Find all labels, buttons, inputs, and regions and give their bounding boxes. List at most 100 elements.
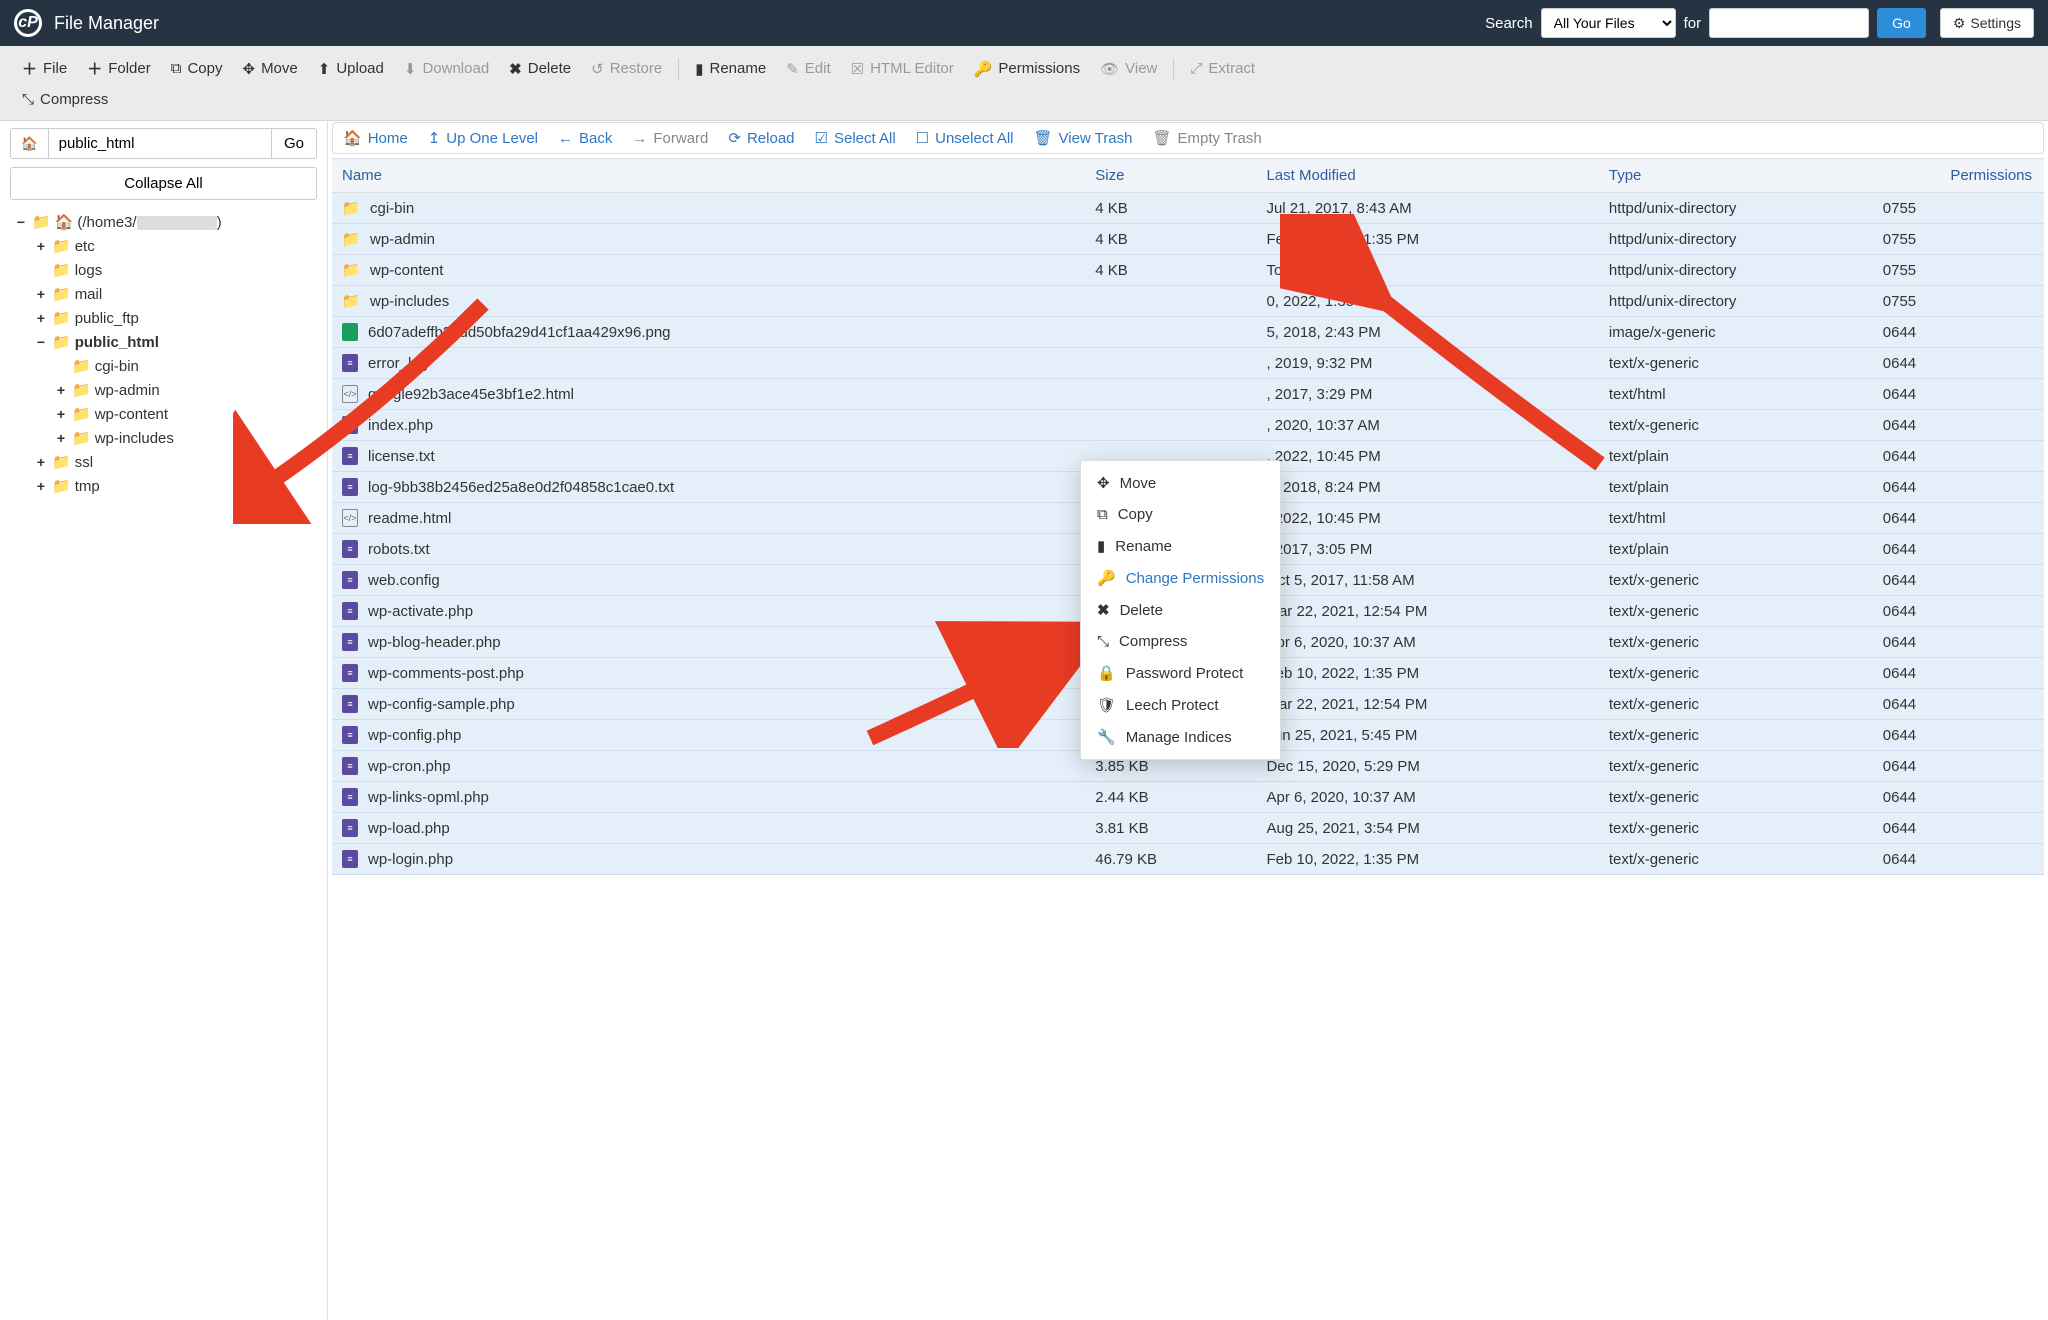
file-permissions: 0644	[1873, 782, 2044, 813]
back-link[interactable]: ←Back	[558, 130, 612, 147]
upload-button[interactable]: ⬆Upload	[308, 54, 394, 84]
html-editor-button: ☒HTML Editor	[841, 54, 964, 84]
plus-icon: ＋	[22, 58, 37, 79]
settings-button[interactable]: ⚙ Settings	[1940, 8, 2034, 38]
file-name: wp-links-opml.php	[368, 789, 489, 806]
file-button[interactable]: ＋File	[12, 52, 77, 85]
tree-node-mail[interactable]: +📁mail	[34, 282, 317, 306]
cm-copy[interactable]: ⧉Copy	[1081, 499, 1280, 530]
file-name: 6d07adeffb32dd50bfa29d41cf1aa429x96.png	[368, 324, 671, 341]
tree-node-public-html[interactable]: −📁public_html	[34, 330, 317, 354]
tree-node-wp-admin[interactable]: +📁wp-admin	[54, 378, 317, 402]
file-type: httpd/unix-directory	[1599, 255, 1873, 286]
cm-move[interactable]: ✥Move	[1081, 467, 1280, 499]
file-modified: Jul 21, 2017, 8:43 AM	[1256, 193, 1598, 224]
file-size: 4 KB	[1085, 255, 1256, 286]
tree-root[interactable]: −📁🏠(/home3/)	[14, 210, 317, 234]
tree-node-ssl[interactable]: +📁ssl	[34, 450, 317, 474]
permissions-button[interactable]: 🔑Permissions	[964, 54, 1090, 84]
file-type: text/x-generic	[1599, 658, 1873, 689]
unselect-all-link[interactable]: ☐Unselect All	[916, 129, 1014, 147]
cm-leech-protect[interactable]: 🛡Leech Protect	[1081, 689, 1280, 721]
cm-compress[interactable]: ⤡Compress	[1081, 626, 1280, 657]
tree-node-wp-content[interactable]: +📁wp-content	[54, 402, 317, 426]
document-icon: ≡	[342, 664, 358, 682]
folder-icon: 📁	[52, 237, 71, 255]
file-type: text/x-generic	[1599, 348, 1873, 379]
home-button[interactable]: 🏠	[10, 128, 49, 159]
file-type: text/x-generic	[1599, 844, 1873, 875]
folder-icon: 📁	[52, 333, 71, 351]
path-input[interactable]	[49, 128, 272, 159]
file-modified: , 2020, 10:37 AM	[1256, 410, 1598, 441]
search-scope-select[interactable]: All Your Files	[1541, 8, 1676, 38]
left-arrow-icon: ←	[558, 130, 573, 147]
file-size: 4 KB	[1085, 224, 1256, 255]
tree-node-wp-includes[interactable]: +📁wp-includes	[54, 426, 317, 450]
table-row[interactable]: ≡wp-load.php3.81 KBAug 25, 2021, 3:54 PM…	[332, 813, 2044, 844]
compress-button[interactable]: ⤡Compress	[12, 85, 118, 114]
col-name[interactable]: Name	[332, 159, 1085, 193]
home-link[interactable]: 🏠Home	[343, 129, 408, 147]
col-type[interactable]: Type	[1599, 159, 1873, 193]
reload-link[interactable]: ⟳Reload	[728, 129, 794, 147]
collapse-all-button[interactable]: Collapse All	[10, 167, 317, 200]
view-trash-link[interactable]: 🗑View Trash	[1034, 129, 1133, 147]
folder-icon: 📁	[52, 453, 71, 471]
extract-icon: ⤢	[1190, 60, 1202, 77]
table-row[interactable]: 📁wp-content4 KBToday, 2:41 PMhttpd/unix-…	[332, 255, 2044, 286]
file-permissions: 0644	[1873, 751, 2044, 782]
file-name: wp-content	[370, 262, 443, 279]
rename-button[interactable]: ▮Rename	[685, 54, 776, 84]
cpanel-logo-icon: cP	[14, 9, 42, 37]
html-icon: </>	[342, 385, 358, 403]
select-all-link[interactable]: ☑Select All	[815, 129, 896, 147]
cm-delete[interactable]: ✖Delete	[1081, 594, 1280, 626]
go-button[interactable]: Go	[272, 128, 317, 159]
document-icon: ≡	[342, 540, 358, 558]
table-row[interactable]: 📁wp-includes0, 2022, 1:35 PMhttpd/unix-d…	[332, 286, 2044, 317]
tree-node-etc[interactable]: +📁etc	[34, 234, 317, 258]
file-modified: Feb 10, 2022, 1:35 PM	[1256, 224, 1598, 255]
tree-node-logs[interactable]: 📁logs	[34, 258, 317, 282]
folder-button[interactable]: ＋Folder	[77, 52, 161, 85]
cm-manage-indices[interactable]: 🔧Manage Indices	[1081, 721, 1280, 753]
search-input[interactable]	[1709, 8, 1869, 38]
move-button[interactable]: ✥Move	[232, 54, 307, 84]
document-icon: ≡	[342, 633, 358, 651]
tree-node-cgi-bin[interactable]: 📁cgi-bin	[54, 354, 317, 378]
table-row[interactable]: ≡index.php, 2020, 10:37 AMtext/x-generic…	[332, 410, 2044, 441]
table-row[interactable]: ≡error_log, 2019, 9:32 PMtext/x-generic0…	[332, 348, 2044, 379]
table-row[interactable]: 6d07adeffb32dd50bfa29d41cf1aa429x96.png 5…	[332, 317, 2044, 348]
tree-node-public-ftp[interactable]: +📁public_ftp	[34, 306, 317, 330]
table-row[interactable]: </>google92b3ace45e3bf1e2.html, 2017, 3:…	[332, 379, 2044, 410]
document-icon: ≡	[342, 757, 358, 775]
file-name: log-9bb38b2456ed25a8e0d2f04858c1cae0.txt	[368, 479, 674, 496]
cm-change-permissions[interactable]: 🔑Change Permissions	[1081, 562, 1280, 594]
copy-button[interactable]: ⧉Copy	[161, 54, 233, 83]
tree-node-tmp[interactable]: +📁tmp	[34, 474, 317, 498]
delete-button[interactable]: ✖Delete	[499, 54, 581, 84]
image-icon	[342, 323, 358, 341]
search-go-button[interactable]: Go	[1877, 8, 1926, 38]
app-title: File Manager	[54, 13, 159, 34]
file-modified: Apr 6, 2020, 10:37 AM	[1256, 782, 1598, 813]
col-modified[interactable]: Last Modified	[1256, 159, 1598, 193]
col-size[interactable]: Size	[1085, 159, 1256, 193]
file-size: 3.81 KB	[1085, 813, 1256, 844]
file-modified: Dec 15, 2020, 5:29 PM	[1256, 751, 1598, 782]
col-permissions[interactable]: Permissions	[1873, 159, 2044, 193]
cm-password-protect[interactable]: 🔒Password Protect	[1081, 657, 1280, 689]
view-button: 👁View	[1090, 54, 1167, 84]
file-permissions: 0755	[1873, 224, 2044, 255]
cm-rename[interactable]: ▮Rename	[1081, 530, 1280, 562]
table-row[interactable]: 📁wp-admin4 KBFeb 10, 2022, 1:35 PMhttpd/…	[332, 224, 2044, 255]
restore-button: ↺Restore	[581, 54, 672, 84]
folder-icon: 📁	[72, 357, 91, 375]
upload-icon: ⬆	[318, 60, 331, 78]
up-one-level-link[interactable]: ↥Up One Level	[428, 129, 538, 147]
file-modified: 5, 2018, 2:43 PM	[1256, 317, 1598, 348]
table-row[interactable]: 📁cgi-bin4 KBJul 21, 2017, 8:43 AMhttpd/u…	[332, 193, 2044, 224]
table-row[interactable]: ≡wp-login.php46.79 KBFeb 10, 2022, 1:35 …	[332, 844, 2044, 875]
table-row[interactable]: ≡wp-links-opml.php2.44 KBApr 6, 2020, 10…	[332, 782, 2044, 813]
